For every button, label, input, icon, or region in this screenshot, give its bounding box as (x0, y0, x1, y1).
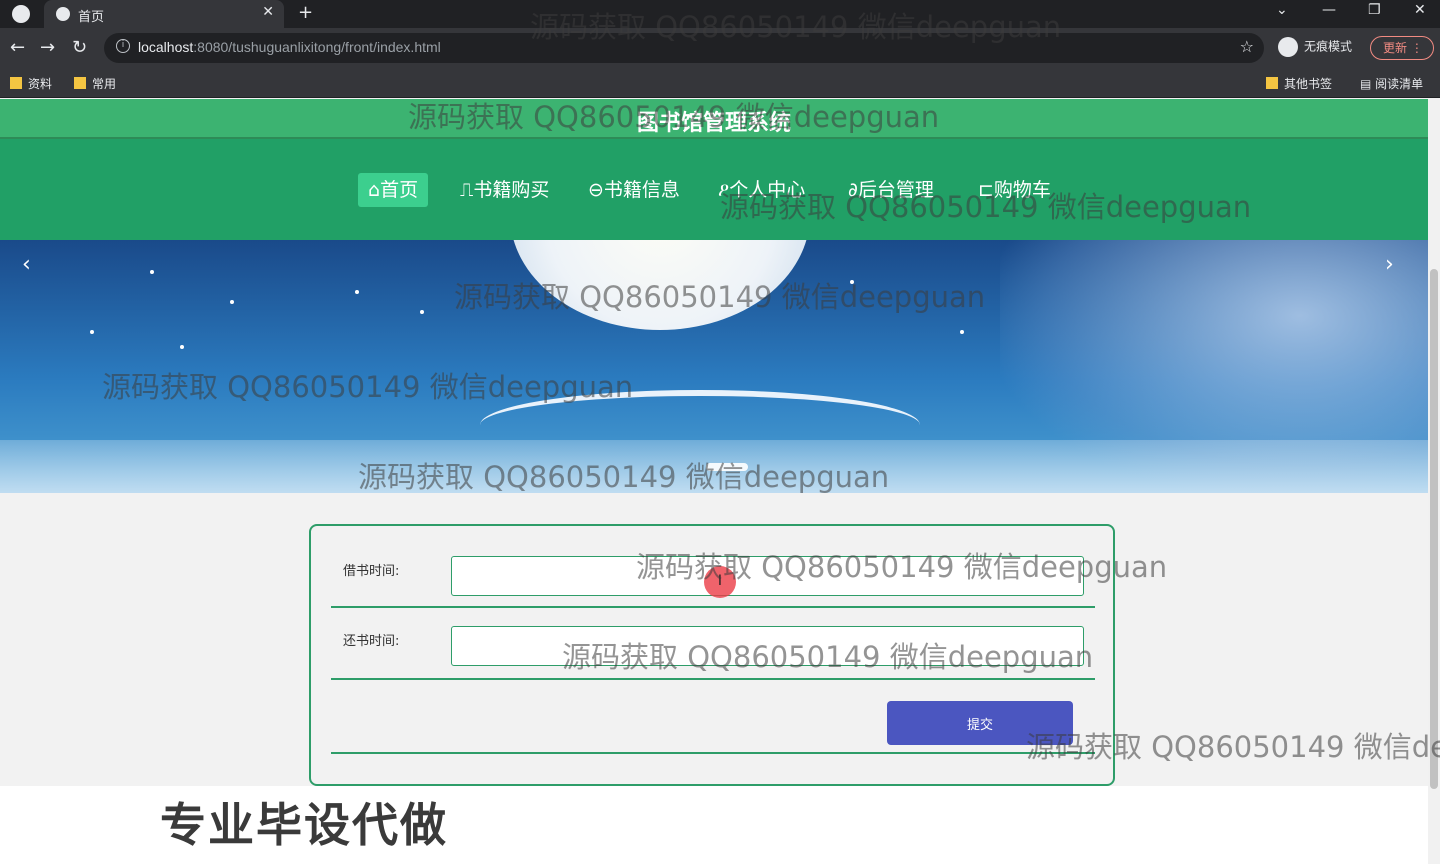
tab-search-icon[interactable]: ⌄ (1276, 2, 1288, 18)
return-time-input[interactable] (451, 626, 1084, 666)
browser-tab-strip: 首页 ✕ + ⌄ — ❐ ✕ (0, 0, 1440, 28)
star-dot (960, 330, 964, 334)
return-time-row: 还书时间: (331, 608, 1095, 680)
nav-home[interactable]: ⌂首页 (358, 173, 429, 207)
url-field[interactable]: i localhost:8080/tushuguanlixitong/front… (104, 33, 1264, 63)
globe-icon (56, 7, 70, 21)
address-bar: ← → ↻ i localhost:8080/tushuguanlixitong… (0, 28, 1440, 68)
forward-icon[interactable]: → (40, 37, 55, 58)
star-dot (230, 300, 234, 304)
star-dot (180, 345, 184, 349)
minimize-icon[interactable]: — (1322, 2, 1336, 18)
star-dot (420, 310, 424, 314)
star-dot (150, 270, 154, 274)
incognito-icon (1278, 37, 1298, 57)
star-dot (355, 290, 359, 294)
close-tab-icon[interactable]: ✕ (262, 4, 274, 20)
site-title: 图书馆管理系统 (636, 111, 791, 136)
nav-label: 首页 (380, 179, 419, 201)
other-bookmarks[interactable]: 其他书签 (1266, 75, 1332, 92)
reload-icon[interactable]: ↻ (72, 37, 87, 58)
url-path: :8080/tushuguanlixitong/front/index.html (193, 39, 441, 55)
browser-tab[interactable]: 首页 ✕ (44, 0, 284, 28)
site-info-icon[interactable]: i (116, 39, 130, 53)
nav-book-purchase[interactable]: ⎍书籍购买 (450, 173, 559, 207)
carousel-indicator[interactable] (706, 463, 748, 471)
bookmarks-bar: 资料 常用 其他书签 ▤ 阅读清单 (0, 68, 1440, 98)
info-icon: ⊖ (588, 179, 604, 201)
browser-logo-icon (12, 5, 30, 23)
borrow-time-label: 借书时间: (343, 564, 400, 579)
home-icon: ⌂ (368, 179, 381, 201)
folder-icon (10, 77, 22, 89)
new-tab-icon[interactable]: + (298, 2, 313, 23)
promo-text: 专业毕设代做 (160, 798, 448, 852)
borrow-form: 借书时间: 还书时间: 提交 (309, 524, 1115, 786)
nav-label: 购物车 (993, 179, 1051, 201)
url-text: localhost:8080/tushuguanlixitong/front/i… (138, 39, 441, 55)
main-nav: ⌂首页 ⎍书籍购买 ⊖书籍信息 ዖ个人中心 ∂后台管理 ⊏购物车 (0, 139, 1428, 240)
page-viewport: 图书馆管理系统 ⌂首页 ⎍书籍购买 ⊖书籍信息 ዖ个人中心 ∂后台管理 ⊏购物车… (0, 99, 1428, 864)
nav-admin[interactable]: ∂后台管理 (838, 173, 944, 207)
bookmark-star-icon[interactable]: ☆ (1240, 37, 1254, 56)
tab-title: 首页 (78, 10, 105, 25)
user-icon: ዖ (718, 179, 730, 201)
bookmark-label: 其他书签 (1284, 77, 1333, 91)
folder-icon (1266, 77, 1278, 89)
carousel-prev-icon[interactable]: ‹ (22, 252, 31, 277)
book-icon: ⎍ (460, 179, 474, 201)
moon-illustration (510, 240, 810, 330)
page-scrollbar[interactable] (1428, 99, 1440, 864)
nav-cart[interactable]: ⊏购物车 (968, 173, 1061, 207)
incognito-indicator[interactable]: 无痕模式 (1278, 37, 1352, 57)
bookmark-label: 资料 (28, 77, 53, 91)
bookmark-label: 阅读清单 (1375, 77, 1424, 91)
carousel-next-icon[interactable]: › (1385, 252, 1394, 277)
restore-icon[interactable]: ❐ (1368, 2, 1381, 18)
folder-icon (74, 77, 86, 89)
carousel-banner: ‹ › (0, 240, 1428, 493)
back-icon[interactable]: ← (10, 37, 25, 58)
return-time-label: 还书时间: (343, 634, 400, 649)
cart-icon: ⊏ (978, 179, 994, 201)
reading-list[interactable]: ▤ 阅读清单 (1360, 75, 1423, 92)
nav-personal-center[interactable]: ዖ个人中心 (708, 173, 815, 207)
submit-button[interactable]: 提交 (887, 701, 1073, 745)
bookmark-folder[interactable]: 常用 (74, 75, 116, 92)
nav-label: 个人中心 (729, 179, 806, 201)
bookmark-folder[interactable]: 资料 (10, 75, 52, 92)
incognito-label: 无痕模式 (1304, 39, 1353, 54)
nav-label: 后台管理 (857, 179, 934, 201)
update-label: 更新 (1383, 41, 1408, 55)
mouse-cursor-icon: I (704, 566, 736, 598)
star-dot (850, 280, 854, 284)
bookmark-label: 常用 (92, 77, 117, 91)
nav-label: 书籍信息 (603, 179, 680, 201)
nav-label: 书籍购买 (473, 179, 550, 201)
url-host: localhost (138, 39, 194, 55)
nav-book-info[interactable]: ⊖书籍信息 (578, 173, 690, 207)
window-close-icon[interactable]: ✕ (1414, 2, 1426, 18)
site-header: 图书馆管理系统 (0, 99, 1428, 139)
update-button[interactable]: 更新 ⋮ (1370, 36, 1434, 60)
star-dot (90, 330, 94, 334)
borrow-time-input[interactable] (451, 556, 1084, 596)
link-icon: ∂ (848, 179, 858, 201)
scrollbar-thumb[interactable] (1430, 269, 1438, 789)
reading-list-icon: ▤ (1360, 77, 1376, 91)
